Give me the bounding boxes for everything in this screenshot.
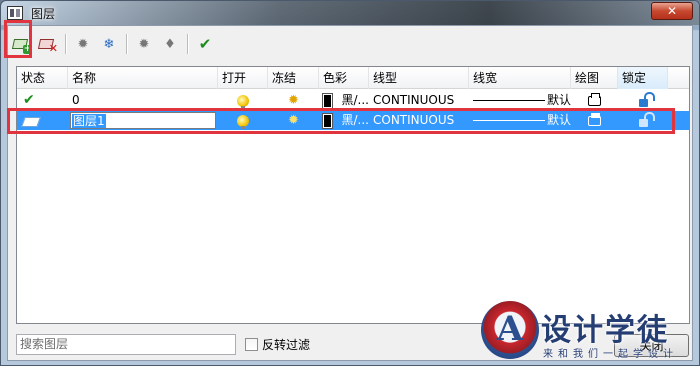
status-cell[interactable]: ✔ (17, 91, 68, 110)
color-label: 黑/... (341, 113, 370, 127)
toolbar: + ✕ ✹ ❄ ✹ ♦ ✔ (10, 30, 219, 58)
new-layer-button[interactable]: + (10, 32, 34, 56)
color-cell[interactable]: 黑/... (319, 91, 369, 110)
color-swatch (322, 92, 333, 109)
lineweight-cell[interactable]: 默认 (469, 91, 571, 110)
plot-toggle[interactable] (571, 111, 618, 130)
plot-toggle[interactable] (571, 91, 618, 110)
status-cell[interactable] (17, 111, 68, 130)
linetype-cell[interactable]: CONTINUOUS (369, 111, 469, 130)
lineweight-label: 默认 (546, 113, 571, 127)
layer-name[interactable]: 0 (68, 91, 218, 110)
unlock-icon (638, 98, 648, 107)
watermark-subtitle: 来和我们一起学设计 (543, 349, 678, 360)
linetype-cell[interactable]: CONTINUOUS (369, 91, 469, 110)
title-bar[interactable]: 图层 ✕ (1, 1, 699, 25)
layer-name-input[interactable]: 图层1 (70, 112, 216, 129)
thaw-all-button[interactable]: ❄ (97, 32, 121, 56)
layer-list[interactable]: 状态 名称 打开 冻结 色彩 线型 线宽 绘图 锁定 ✔ 0 ✹ 黑/... C… (16, 66, 690, 324)
freeze-toggle[interactable]: ✹ (268, 91, 319, 110)
lineweight-cell[interactable]: 默认 (469, 111, 571, 130)
watermark-title: 设计学徒 (541, 313, 669, 348)
unlock-icon (638, 118, 648, 127)
freeze-all-button[interactable]: ✹ (71, 32, 95, 56)
set-current-button[interactable]: ✔ (193, 32, 217, 56)
app-icon (7, 6, 23, 20)
layer-name-cell[interactable]: 图层1 (68, 111, 218, 130)
column-header-lock[interactable]: 锁定 (618, 67, 668, 89)
layer-icon (23, 117, 37, 125)
watermark-logo (481, 301, 539, 359)
new-layer-icon: + (11, 37, 32, 54)
delete-layer-button[interactable]: ✕ (36, 32, 60, 56)
column-header-lineweight[interactable]: 线宽 (469, 67, 571, 89)
toolbar-separator (65, 34, 66, 54)
layer-list-header: 状态 名称 打开 冻结 色彩 线型 线宽 绘图 锁定 (17, 67, 689, 89)
sun-icon: ✹ (138, 36, 150, 52)
sun-icon: ✹ (288, 93, 299, 108)
toolbar-separator (187, 34, 188, 54)
layer-manager-window: 图层 ✕ + ✕ ✹ ❄ ✹ ♦ ✔ 状态 名称 打开 冻结 色彩 线型 线宽 … (0, 0, 700, 366)
lock-toggle[interactable] (618, 111, 668, 130)
bulb-icon (237, 114, 249, 129)
reverse-filter-label: 反转过滤 (262, 338, 311, 352)
check-icon: ✔ (198, 35, 212, 53)
sun-icon: ✹ (288, 113, 299, 128)
on-toggle[interactable] (218, 111, 268, 130)
reverse-filter-checkbox[interactable] (245, 338, 258, 351)
column-header-freeze[interactable]: 冻结 (268, 67, 319, 89)
printer-icon (588, 92, 601, 106)
check-icon: ✔ (23, 92, 35, 108)
lineweight-label: 默认 (546, 93, 571, 107)
freeze-sun-icon: ✹ (77, 36, 89, 52)
bulb-icon (237, 94, 249, 109)
window-title: 图层 (31, 6, 56, 21)
bulb-icon: ♦ (164, 36, 176, 52)
snowflake-icon: ❄ (103, 36, 115, 52)
layer-on-button[interactable]: ✹ (132, 32, 156, 56)
search-input[interactable]: 搜索图层 (16, 334, 236, 355)
printer-icon (588, 112, 601, 126)
lineweight-line (473, 100, 545, 101)
color-label: 黑/... (341, 93, 370, 107)
table-row[interactable]: ✔ 0 ✹ 黑/... CONTINUOUS 默认 (17, 91, 689, 110)
color-swatch (322, 112, 333, 129)
freeze-toggle[interactable]: ✹ (268, 111, 319, 130)
lineweight-line (473, 120, 545, 121)
reverse-filter[interactable]: 反转过滤 (245, 336, 310, 353)
toolbar-separator (126, 34, 127, 54)
watermark: 设计学徒 来和我们一起学设计 (475, 297, 699, 366)
delete-layer-icon: ✕ (37, 37, 58, 54)
column-header-color[interactable]: 色彩 (319, 67, 369, 89)
layer-name-text: 图层1 (72, 113, 106, 128)
column-header-name[interactable]: 名称 (68, 67, 218, 89)
column-header-plot[interactable]: 绘图 (571, 67, 618, 89)
column-header-status[interactable]: 状态 (17, 67, 68, 89)
column-header-on[interactable]: 打开 (218, 67, 268, 89)
window-close-button[interactable]: ✕ (651, 2, 693, 20)
color-cell[interactable]: 黑/... (319, 111, 369, 130)
table-row-selected[interactable]: 图层1 ✹ 黑/... CONTINUOUS 默认 (17, 111, 689, 130)
on-toggle[interactable] (218, 91, 268, 110)
layer-off-button[interactable]: ♦ (158, 32, 182, 56)
lock-toggle[interactable] (618, 91, 668, 110)
column-header-linetype[interactable]: 线型 (369, 67, 469, 89)
